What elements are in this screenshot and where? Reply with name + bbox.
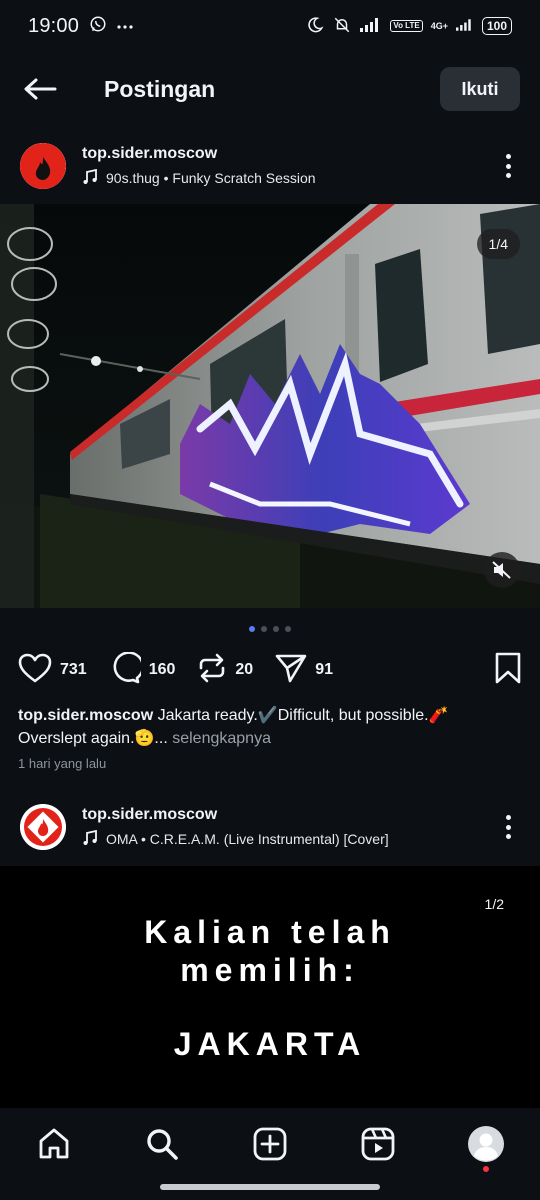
share-count: 91	[315, 661, 333, 678]
carousel-dot-active	[249, 626, 255, 632]
music-note-icon	[82, 829, 98, 849]
bookmark-icon[interactable]	[494, 652, 522, 689]
repost-count: 20	[235, 661, 254, 678]
heart-icon	[18, 653, 52, 688]
notification-dot	[483, 1166, 489, 1172]
battery-indicator: 100	[481, 17, 512, 35]
like-button[interactable]: 731	[18, 653, 87, 688]
nav-home[interactable]	[26, 1124, 82, 1168]
search-icon	[145, 1127, 179, 1166]
comment-button[interactable]: 160	[109, 650, 176, 689]
post-media[interactable]: 1/4	[0, 204, 540, 608]
post-header: top.sider.moscow 90s.thug • Funky Scratc…	[0, 134, 540, 198]
home-icon	[37, 1127, 71, 1166]
more-options-icon[interactable]	[496, 812, 520, 842]
nav-search[interactable]	[134, 1124, 190, 1168]
avatar-2[interactable]	[20, 804, 66, 850]
carousel-dot	[285, 626, 291, 632]
carousel-dot	[273, 626, 279, 632]
comment-count: 160	[148, 661, 176, 678]
post-username[interactable]: top.sider.moscow	[82, 145, 316, 163]
moon-icon	[306, 16, 324, 37]
music-note-icon	[82, 168, 98, 188]
mute-icon[interactable]	[484, 552, 520, 588]
signal-icon	[360, 17, 382, 35]
whatsapp-icon	[89, 15, 107, 38]
reels-icon	[361, 1127, 395, 1166]
read-more-link[interactable]: selengkapnya	[172, 730, 271, 747]
post-timestamp: 1 hari yang lalu	[18, 756, 107, 771]
follow-button[interactable]: Ikuti	[440, 67, 520, 111]
train-graffiti-image	[0, 204, 540, 608]
music-label: 90s.thug • Funky Scratch Session	[106, 170, 316, 186]
volte-badge: Vo LTE	[390, 20, 423, 32]
avatar[interactable]	[20, 143, 66, 189]
music-info-2[interactable]: OMA • C.R.E.A.M. (Live Instrumental) [Co…	[82, 829, 389, 849]
media-text-line-1: Kalian telah	[144, 914, 396, 950]
media-counter: 1/4	[476, 229, 520, 259]
profile-avatar-icon	[467, 1125, 505, 1168]
post-caption: top.sider.moscow Jakarta ready.✔️Difficu…	[18, 704, 518, 750]
post-header-2: top.sider.moscow OMA • C.R.E.A.M. (Live …	[0, 795, 540, 859]
carousel-indicator	[0, 626, 540, 632]
post-username-2[interactable]: top.sider.moscow	[82, 806, 389, 824]
add-post-icon	[253, 1127, 287, 1166]
more-options-icon[interactable]	[496, 151, 520, 181]
caption-username[interactable]: top.sider.moscow	[18, 707, 153, 724]
media-counter-2: 1/2	[484, 896, 504, 912]
media-text-line-3: JAKARTA	[173, 1026, 367, 1062]
like-count: 731	[60, 661, 87, 678]
mute-bell-icon	[332, 16, 352, 37]
page-title: Postingan	[104, 75, 216, 102]
more-notifications-icon	[117, 17, 133, 35]
music-info[interactable]: 90s.thug • Funky Scratch Session	[82, 168, 316, 188]
app-header: Postingan Ikuti	[0, 58, 540, 120]
status-bar: 19:00 Vo LTE 4G+ 100	[0, 0, 540, 52]
send-icon	[275, 653, 307, 688]
repost-button[interactable]: 20	[197, 652, 253, 689]
status-time: 19:00	[28, 14, 80, 37]
media-text-line-2: memilih:	[180, 952, 360, 988]
back-arrow-icon[interactable]	[20, 69, 60, 109]
carousel-dot	[261, 626, 267, 632]
post-media-2[interactable]: 1/2 Kalian telah memilih: JAKARTA	[0, 866, 540, 1108]
nav-profile[interactable]	[458, 1124, 514, 1172]
nav-create[interactable]	[242, 1124, 298, 1168]
signal-icon-2	[455, 18, 474, 35]
comment-icon	[109, 650, 144, 689]
nav-reels[interactable]	[350, 1124, 406, 1168]
home-indicator	[160, 1184, 380, 1190]
share-button[interactable]: 91	[275, 653, 333, 688]
post-actions: 731 160 20 91	[18, 650, 522, 690]
music-label-2: OMA • C.R.E.A.M. (Live Instrumental) [Co…	[106, 831, 389, 847]
network-type: 4G+	[430, 21, 448, 31]
repost-icon	[197, 652, 227, 689]
